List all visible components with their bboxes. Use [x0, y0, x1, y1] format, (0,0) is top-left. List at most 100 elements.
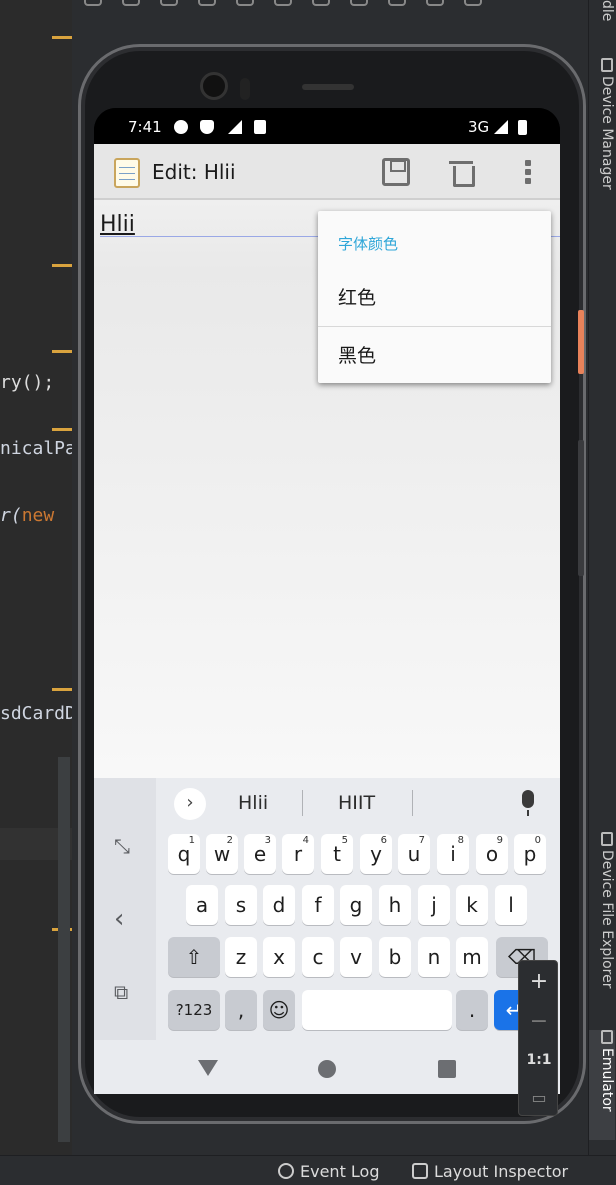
layout-inspector-icon	[412, 1163, 428, 1179]
action-bar: Edit: Hlii	[94, 144, 560, 200]
key-r[interactable]: r4	[282, 834, 314, 874]
key-u[interactable]: u7	[398, 834, 430, 874]
toolbar-icon[interactable]	[84, 0, 102, 6]
zoom-fit-icon[interactable]: ▭	[519, 1079, 559, 1117]
suggestion-item[interactable]: Hlii	[238, 792, 268, 814]
tool-window-device-manager[interactable]: Device Manager	[589, 58, 615, 208]
gutter-marker	[52, 428, 72, 431]
toolbar-icon[interactable]	[426, 0, 444, 6]
network-type: 3G	[468, 118, 490, 136]
no-signal-icon	[228, 120, 242, 134]
battery-icon	[518, 120, 527, 135]
key-t[interactable]: t5	[321, 834, 353, 874]
shield-icon	[200, 120, 214, 134]
chevron-left-icon[interactable]: ‹	[114, 904, 124, 934]
code-fragment: nicalPa	[0, 438, 72, 459]
notepad-icon	[114, 158, 140, 188]
menu-item-black[interactable]: 黑色	[318, 327, 551, 385]
save-icon[interactable]	[382, 158, 410, 186]
system-status-bar: 7:41 3G	[94, 108, 560, 144]
key-q[interactable]: q1	[168, 834, 200, 874]
shift-key[interactable]: ⇧	[168, 937, 220, 977]
layout-inspector-button[interactable]: Layout Inspector	[412, 1162, 568, 1181]
sd-card-icon	[254, 120, 266, 134]
comma-key[interactable]: ,	[225, 990, 257, 1030]
key-c[interactable]: c	[302, 937, 334, 977]
note-text-field[interactable]: Hlii	[100, 212, 135, 237]
key-v[interactable]: v	[340, 937, 372, 977]
zoom-in-button[interactable]: +	[519, 963, 559, 1001]
tool-window-gradle[interactable]: dle	[589, 0, 615, 40]
key-g[interactable]: g	[340, 885, 372, 925]
trash-icon[interactable]	[448, 158, 476, 187]
device-file-explorer-icon	[601, 832, 613, 846]
key-j[interactable]: j	[418, 885, 450, 925]
key-d[interactable]: d	[263, 885, 295, 925]
key-a[interactable]: a	[186, 885, 218, 925]
toolbar-icon[interactable]	[464, 0, 482, 6]
toolbar-icon[interactable]	[122, 0, 140, 6]
tool-window-device-file-explorer[interactable]: Device File Explorer	[589, 832, 615, 1008]
sensor	[240, 78, 250, 100]
gutter-marker	[52, 350, 72, 353]
toolbar-icon[interactable]	[274, 0, 292, 6]
home-icon[interactable]	[318, 1060, 336, 1078]
key-i[interactable]: i8	[437, 834, 469, 874]
key-l[interactable]: l	[495, 885, 527, 925]
expand-icon[interactable]: ⤡	[114, 834, 130, 858]
device-screen: 7:41 3G Edit: Hlii Hlii 字体颜色 红色 黑色 ⤡ ‹ ⧉…	[94, 108, 560, 1094]
toolbar-icon[interactable]	[198, 0, 216, 6]
volume-button[interactable]	[578, 440, 584, 576]
chevron-right-icon[interactable]: ›	[174, 788, 206, 820]
key-b[interactable]: b	[379, 937, 411, 977]
key-n[interactable]: n	[418, 937, 450, 977]
device-manager-icon	[601, 58, 613, 72]
emoji-icon[interactable]: ☺	[263, 990, 295, 1030]
space-key[interactable]	[302, 990, 452, 1030]
key-f[interactable]: f	[302, 885, 334, 925]
event-log-button[interactable]: Event Log	[278, 1162, 380, 1181]
suggestion-strip: › Hlii HIIT	[156, 778, 560, 828]
key-m[interactable]: m	[456, 937, 488, 977]
back-icon[interactable]	[198, 1060, 218, 1076]
key-p[interactable]: p0	[514, 834, 546, 874]
zoom-out-button[interactable]: −	[519, 1003, 559, 1041]
note-editor-app: Edit: Hlii Hlii 字体颜色 红色 黑色	[94, 144, 560, 778]
toolbar-icon[interactable]	[350, 0, 368, 6]
recents-icon[interactable]	[438, 1060, 456, 1078]
period-key[interactable]: .	[456, 990, 488, 1030]
key-o[interactable]: o9	[476, 834, 508, 874]
toolbar-icon[interactable]	[388, 0, 406, 6]
popout-icon[interactable]: ⧉	[114, 980, 128, 1004]
key-w[interactable]: w2	[206, 834, 238, 874]
toolbar-icon[interactable]	[236, 0, 254, 6]
clock: 7:41	[128, 118, 162, 136]
key-s[interactable]: s	[225, 885, 257, 925]
settings-icon	[174, 120, 188, 134]
tool-window-emulator[interactable]: Emulator	[589, 1030, 615, 1140]
toolbar-icon[interactable]	[312, 0, 330, 6]
font-color-popup-menu: 字体颜色 红色 黑色	[318, 211, 551, 383]
ide-status-bar: Event Log Layout Inspector	[0, 1155, 616, 1185]
zoom-actual-size-button[interactable]: 1:1	[519, 1041, 559, 1079]
more-vert-icon[interactable]	[514, 158, 542, 186]
menu-header: 字体颜色	[338, 235, 399, 253]
key-y[interactable]: y6	[360, 834, 392, 874]
microphone-icon[interactable]	[522, 790, 534, 816]
key-h[interactable]: h	[379, 885, 411, 925]
key-z[interactable]: z	[225, 937, 257, 977]
keyboard-side-panel: ⤡ ‹ ⧉	[94, 778, 156, 1040]
key-x[interactable]: x	[263, 937, 295, 977]
key-k[interactable]: k	[456, 885, 488, 925]
key-e[interactable]: e3	[244, 834, 276, 874]
gutter-marker	[52, 688, 72, 691]
earpiece-speaker	[302, 84, 354, 90]
power-button[interactable]	[578, 310, 584, 374]
suggestion-item[interactable]: HIIT	[338, 792, 375, 814]
editor-scrollbar[interactable]	[58, 757, 70, 1142]
divider	[412, 790, 413, 816]
emulator-icon	[601, 1030, 613, 1044]
menu-item-red[interactable]: 红色	[318, 269, 551, 327]
symbols-key[interactable]: ?123	[168, 990, 220, 1030]
toolbar-icon[interactable]	[160, 0, 178, 6]
